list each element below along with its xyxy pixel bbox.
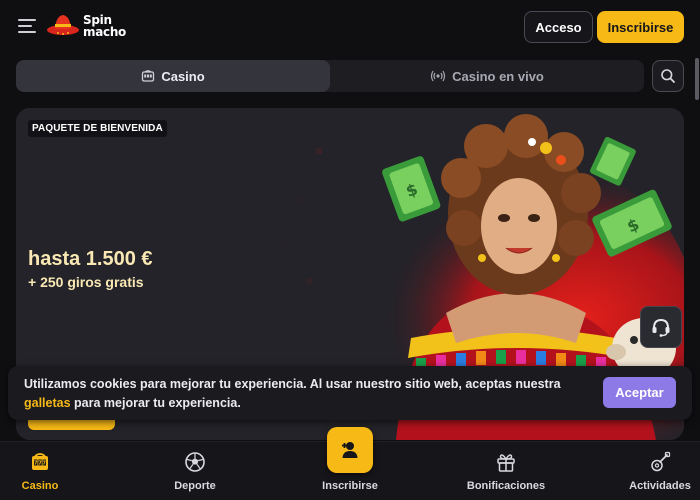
soccer-ball-icon	[183, 450, 207, 474]
nav-activities[interactable]: Actividades	[626, 442, 694, 500]
nav-sport-label: Deporte	[174, 480, 216, 492]
accept-cookies-button[interactable]: Aceptar	[603, 377, 676, 408]
slot-machine-icon: 7 7 7	[28, 450, 52, 474]
login-button[interactable]: Acceso	[524, 11, 593, 43]
register-fab-button[interactable]	[327, 427, 373, 473]
scrollbar[interactable]	[695, 58, 699, 100]
nav-bonuses[interactable]: Bonificaciones	[466, 442, 546, 500]
logo[interactable]: Spin macho	[46, 10, 136, 42]
nav-casino[interactable]: 7 7 7 Casino	[18, 442, 62, 500]
search-icon	[661, 69, 675, 83]
gift-icon	[494, 450, 518, 474]
cookie-consent-bar: Utilizamos cookies para mejorar tu exper…	[8, 366, 692, 420]
promo-free-spins: + 250 giros gratis	[28, 274, 144, 290]
tab-live-casino[interactable]: Casino en vivo	[330, 60, 644, 92]
sombrero-logo-icon	[47, 15, 79, 35]
welcome-package-badge: PAQUETE DE BIENVENIDA	[28, 120, 167, 137]
search-button[interactable]	[652, 60, 684, 92]
category-tabs: Casino Casino en vivo	[16, 60, 644, 92]
promo-amount: hasta 1.500 €	[28, 248, 153, 270]
header: Spin macho Acceso Inscribirse	[0, 0, 700, 54]
menu-icon[interactable]	[18, 18, 38, 34]
guitar-icon	[648, 450, 672, 474]
nav-register-label: Inscribirse	[322, 480, 378, 492]
tab-casino[interactable]: Casino	[16, 60, 330, 92]
cookie-message: Utilizamos cookies para mejorar tu exper…	[24, 377, 561, 410]
nav-casino-label: Casino	[21, 480, 59, 492]
logo-text: Spin macho	[83, 13, 127, 39]
support-chat-button[interactable]	[640, 306, 682, 348]
cookie-policy-link[interactable]: galletas	[24, 396, 71, 410]
nav-activities-label: Actividades	[629, 480, 691, 492]
user-plus-icon	[342, 442, 358, 458]
tab-live-casino-label: Casino en vivo	[452, 68, 544, 84]
nav-sport[interactable]: Deporte	[170, 442, 220, 500]
register-button[interactable]: Inscribirse	[597, 11, 684, 43]
tab-casino-label: Casino	[161, 68, 205, 84]
page: Spin macho Acceso Inscribirse Casino Cas…	[0, 0, 700, 500]
live-broadcast-icon	[431, 70, 446, 82]
headset-icon	[652, 318, 670, 337]
svg-text:7: 7	[43, 461, 47, 467]
slot-machine-icon	[142, 70, 155, 82]
nav-bonuses-label: Bonificaciones	[466, 480, 546, 492]
